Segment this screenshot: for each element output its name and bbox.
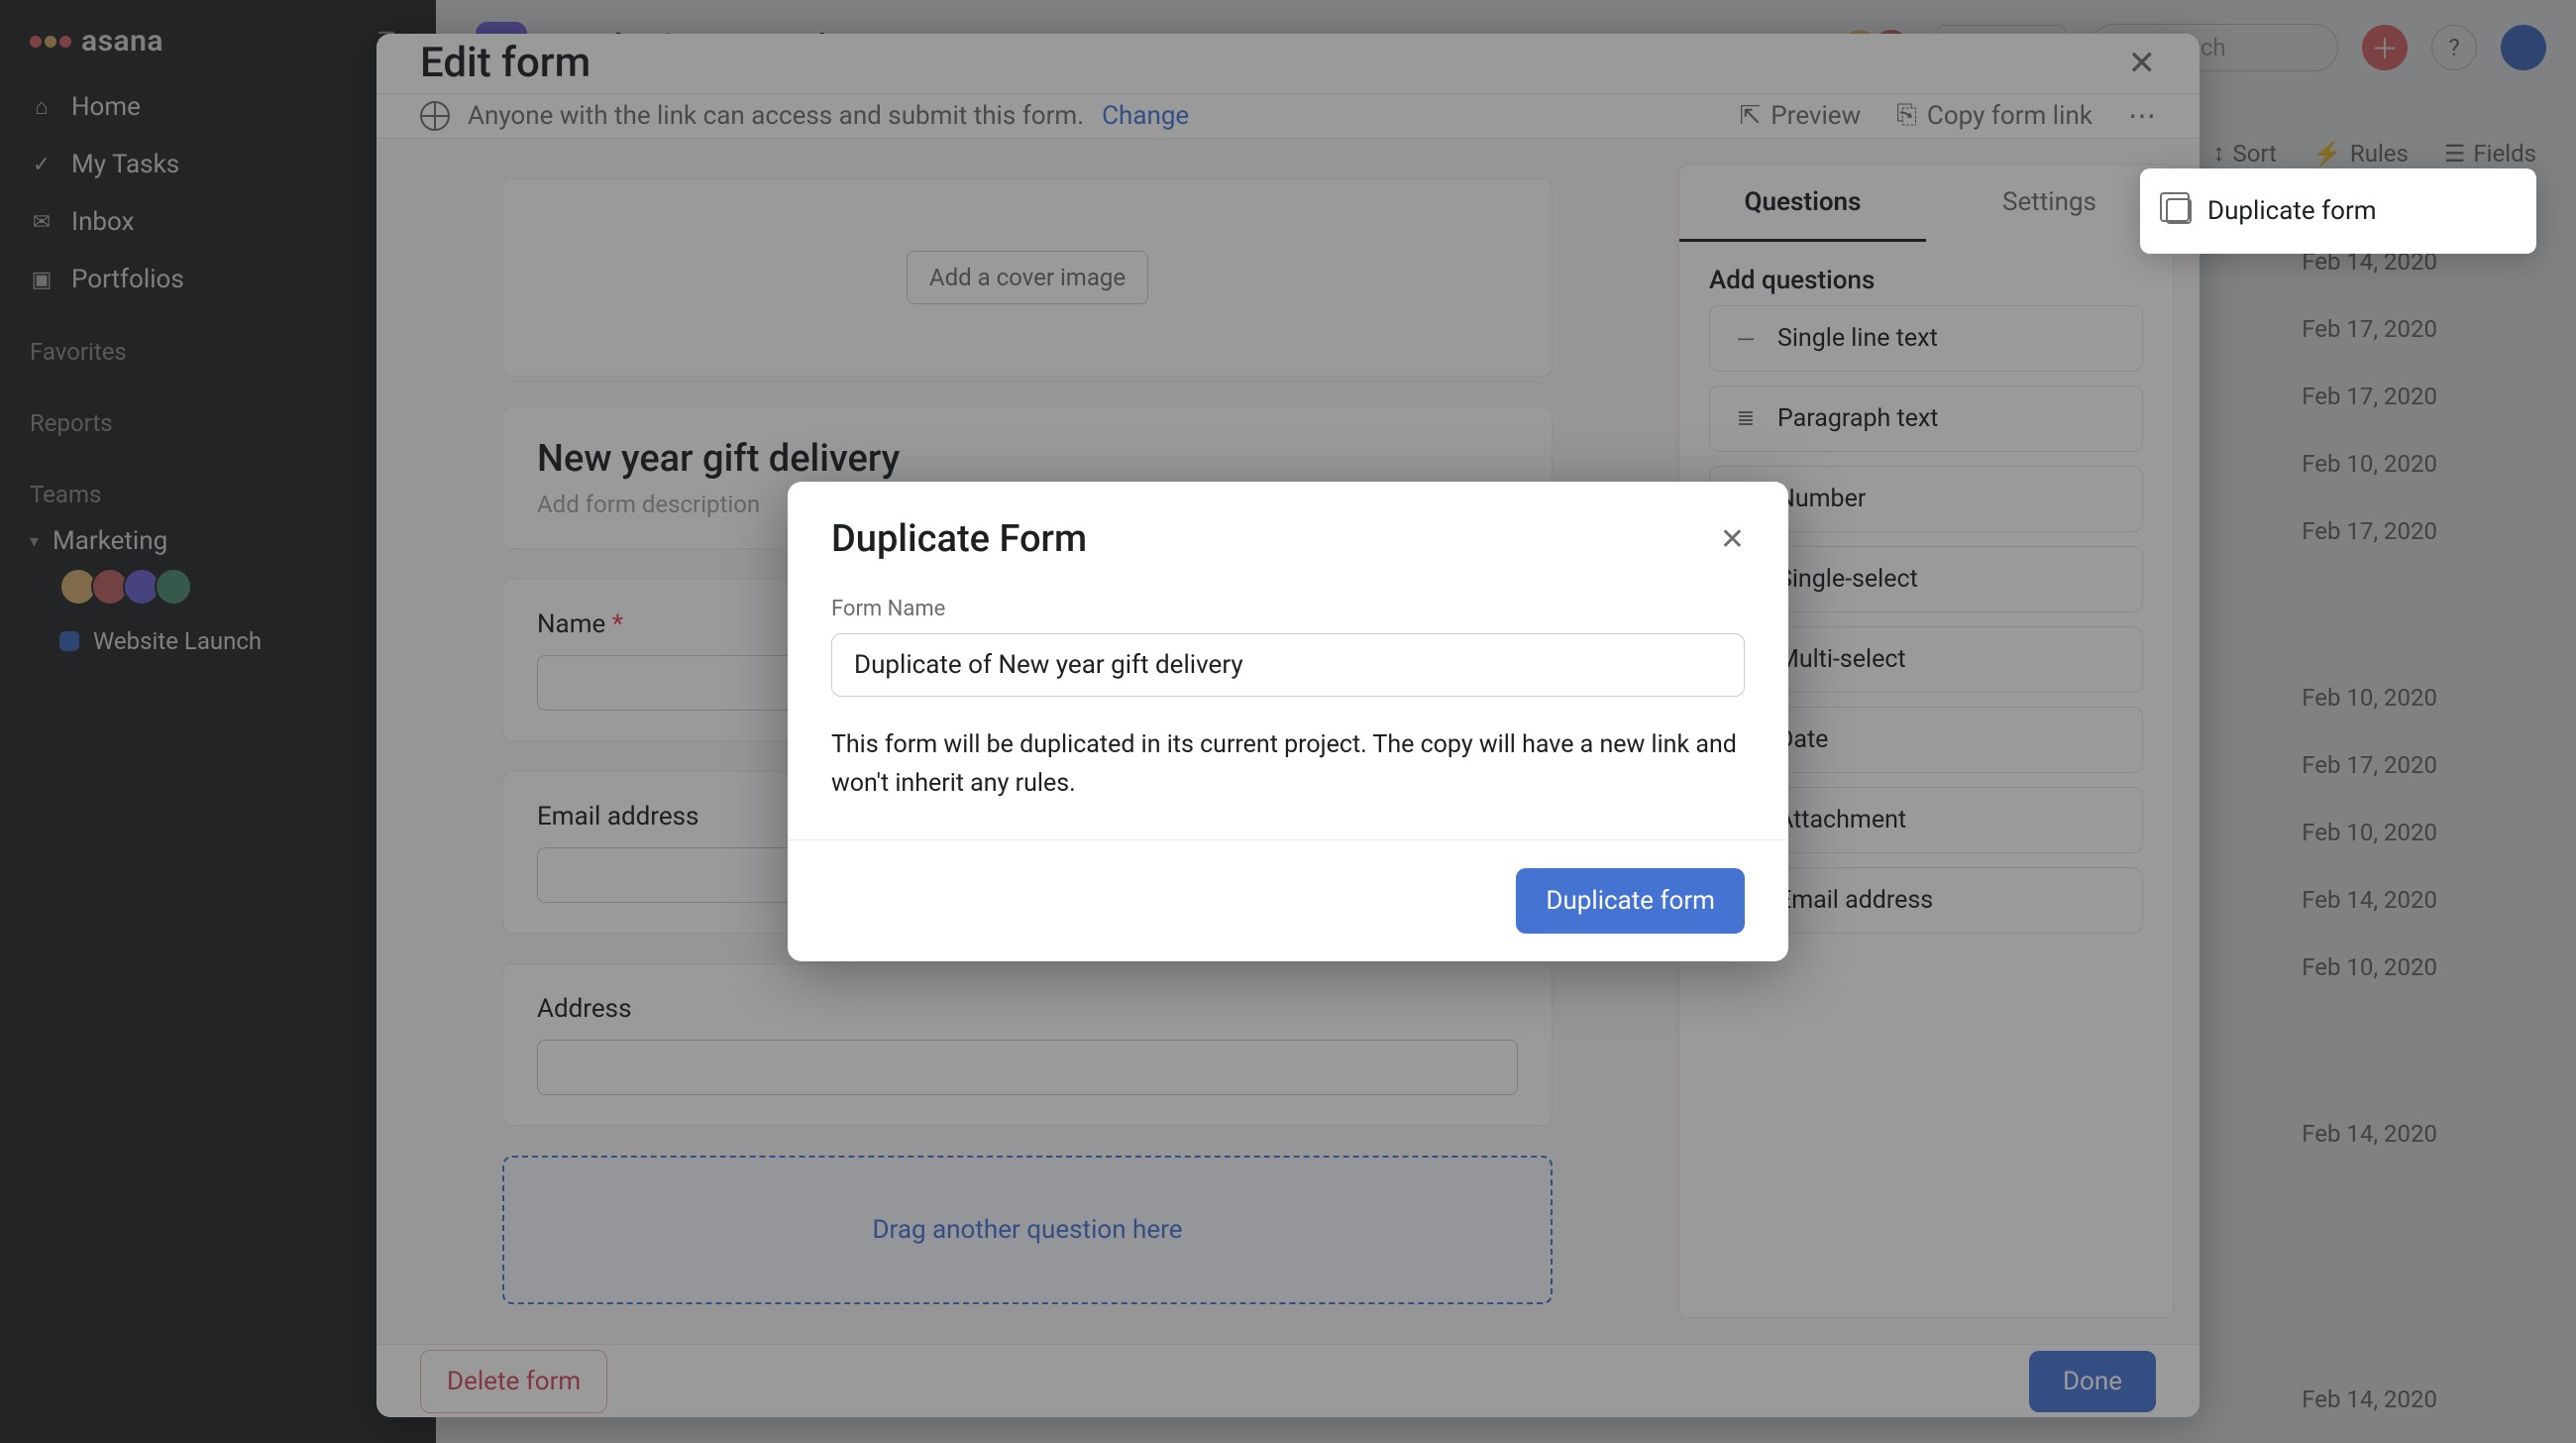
duplicate-form-modal: Duplicate Form ✕ Form Name This form wil… (788, 482, 1788, 961)
modal-note: This form will be duplicated in its curr… (831, 726, 1745, 804)
form-name-label: Form Name (831, 597, 1745, 621)
modal-close-button[interactable]: ✕ (1720, 522, 1745, 557)
duplicate-form-submit-button[interactable]: Duplicate form (1516, 868, 1745, 934)
modal-backdrop[interactable]: Duplicate Form ✕ Form Name This form wil… (0, 0, 2576, 1443)
modal-title: Duplicate Form (831, 517, 1087, 561)
form-name-input[interactable] (831, 633, 1745, 697)
